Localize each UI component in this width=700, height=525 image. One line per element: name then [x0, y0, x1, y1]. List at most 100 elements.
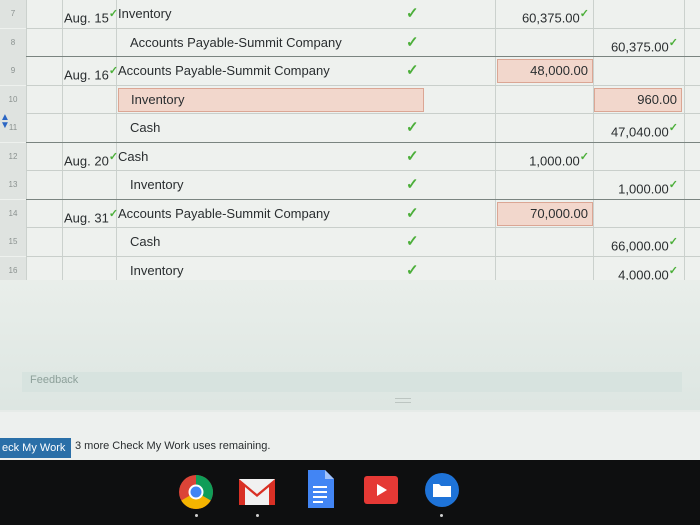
account-field[interactable]: Inventory: [118, 87, 424, 112]
check-icon: ✓: [406, 233, 419, 250]
check-icon: ✓: [406, 147, 419, 165]
debit-value: 70,000.00: [530, 205, 588, 221]
date-cell[interactable]: Aug. 20✓: [64, 143, 118, 171]
credit-value: 1,000.00: [618, 181, 669, 197]
credit-field[interactable]: [594, 0, 682, 28]
account-field[interactable]: Accounts Payable-Summit Company: [118, 200, 424, 228]
feedback-label: Feedback: [30, 374, 79, 386]
credit-value: 960.00: [637, 91, 677, 107]
date-cell[interactable]: Aug. 16✓: [64, 57, 118, 85]
check-icon: ✓: [406, 5, 419, 22]
account-field[interactable]: Cash: [118, 228, 424, 256]
gmail-icon[interactable]: [238, 478, 276, 506]
date-cell[interactable]: [64, 114, 118, 142]
debit-field[interactable]: 1,000.00✓: [497, 143, 593, 171]
credit-field[interactable]: [594, 200, 682, 228]
credit-field[interactable]: 60,375.00✓: [594, 29, 682, 57]
date-value: Aug. 16: [64, 67, 109, 83]
debit-field[interactable]: [497, 86, 593, 114]
account-value: Inventory: [131, 91, 185, 107]
date-cell[interactable]: [64, 171, 118, 199]
check-icon: ✓: [668, 122, 678, 134]
credit-field[interactable]: 66,000.00✓: [594, 228, 682, 256]
account-value: Cash: [130, 120, 161, 135]
taskbar: [0, 460, 700, 525]
debit-value: 60,375.00: [521, 10, 580, 26]
files-icon[interactable]: [424, 472, 460, 508]
check-icon: ✓: [406, 33, 419, 51]
date-cell[interactable]: Aug. 31✓: [64, 200, 118, 228]
account-field[interactable]: Cash: [118, 114, 424, 142]
debit-field[interactable]: [497, 171, 593, 199]
account-value: Accounts Payable-Summit Company: [118, 205, 330, 221]
account-value: Accounts Payable-Summit Company: [130, 34, 342, 50]
post-ref-cell: ✓: [406, 143, 426, 171]
date-value: Aug. 31: [64, 209, 109, 225]
check-icon: ✓: [406, 261, 419, 279]
post-ref-cell: ✓: [406, 114, 426, 142]
account-field[interactable]: Inventory: [118, 0, 424, 28]
account-value: Accounts Payable-Summit Company: [118, 63, 330, 78]
debit-value: 48,000.00: [530, 63, 588, 78]
row-number: 7: [0, 0, 26, 28]
date-cell[interactable]: [64, 228, 118, 256]
debit-field[interactable]: [497, 29, 593, 57]
debit-field[interactable]: 48,000.00: [497, 59, 593, 83]
resize-handle[interactable]: [395, 398, 411, 403]
journal-row: 15 Cash ✓ 66,000.00✓: [0, 228, 700, 256]
journal-table: 7 Aug. 15✓ Inventory ✓ 60,375.00✓ 8 Accounts P…: [0, 0, 700, 285]
running-indicator: [256, 514, 259, 517]
account-value: Cash: [118, 148, 149, 164]
journal-row: 9 Aug. 16✓ Accounts Payable-Summit Company…: [0, 57, 700, 85]
date-cell[interactable]: [64, 86, 118, 114]
check-icon: ✓: [108, 150, 119, 163]
debit-field[interactable]: [497, 228, 593, 256]
post-ref-cell: [406, 86, 426, 114]
account-field[interactable]: Cash: [118, 143, 424, 171]
post-ref-cell: ✓: [406, 57, 426, 85]
debit-field[interactable]: 60,375.00✓: [497, 0, 593, 28]
journal-row: 12 Aug. 20✓ Cash ✓ 1,000.00✓: [0, 142, 700, 171]
date-cell[interactable]: [64, 29, 118, 57]
check-icon: ✓: [406, 119, 419, 136]
journal-row: 11 Cash ✓ 47,040.00✓: [0, 114, 700, 142]
check-icon: ✓: [406, 62, 419, 79]
account-value: Cash: [130, 234, 161, 249]
account-value: Inventory: [118, 6, 172, 21]
credit-field[interactable]: [594, 143, 682, 171]
running-indicator: [195, 514, 198, 517]
row-number: 13: [0, 171, 26, 199]
row-move-icon[interactable]: ▲ ▼: [0, 113, 10, 131]
chrome-icon[interactable]: [178, 474, 214, 510]
post-ref-cell: ✓: [406, 29, 426, 57]
account-field[interactable]: Accounts Payable-Summit Company: [118, 29, 424, 57]
debit-field[interactable]: 70,000.00: [497, 201, 593, 226]
youtube-icon[interactable]: [364, 476, 398, 504]
credit-value: 66,000.00: [610, 238, 669, 254]
post-ref-cell: ✓: [406, 171, 426, 199]
docs-icon[interactable]: [306, 470, 334, 508]
journal-row: 14 Aug. 31✓ Accounts Payable-Summit Compan…: [0, 199, 700, 228]
account-value: Inventory: [130, 262, 184, 278]
check-icon: ✓: [668, 179, 678, 191]
date-cell[interactable]: Aug. 15✓: [64, 0, 118, 28]
check-icon: ✓: [579, 8, 589, 20]
feedback-panel[interactable]: [22, 372, 682, 392]
post-ref-cell: ✓: [406, 0, 426, 28]
running-indicator: [440, 514, 443, 517]
row-number: 10: [0, 85, 26, 114]
credit-field[interactable]: 47,040.00✓: [594, 114, 682, 142]
account-field[interactable]: Inventory: [118, 171, 424, 199]
credit-field[interactable]: [594, 57, 682, 85]
post-ref-cell: ✓: [406, 200, 426, 228]
check-my-work-button[interactable]: eck My Work: [0, 438, 72, 458]
row-number: 15: [0, 228, 26, 256]
check-icon: ✓: [108, 65, 119, 77]
debit-field[interactable]: [497, 114, 593, 142]
check-icon: ✓: [668, 264, 678, 277]
account-field[interactable]: Accounts Payable-Summit Company: [118, 57, 424, 85]
credit-field[interactable]: 960.00: [594, 87, 682, 112]
check-icon: ✓: [668, 236, 678, 248]
credit-field[interactable]: 1,000.00✓: [594, 171, 682, 199]
check-icon: ✓: [406, 176, 419, 193]
